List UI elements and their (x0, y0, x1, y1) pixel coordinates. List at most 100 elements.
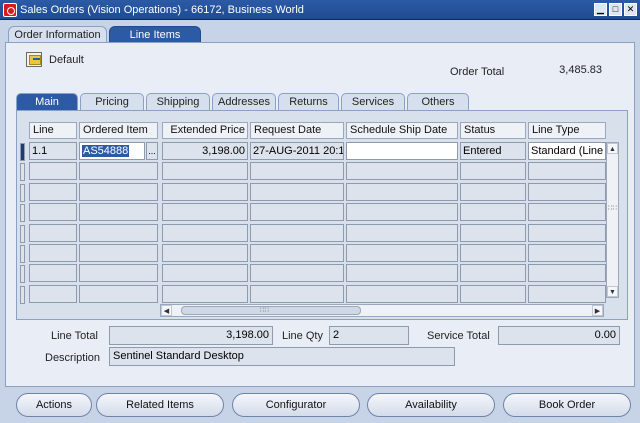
subtab-addresses[interactable]: Addresses (212, 93, 276, 110)
subtab-main[interactable]: Main (16, 93, 78, 110)
empty-cell[interactable] (346, 284, 458, 303)
empty-cell[interactable] (29, 284, 77, 303)
empty-cell[interactable] (460, 284, 526, 303)
subtab-pricing[interactable]: Pricing (80, 93, 144, 110)
empty-cell[interactable] (29, 162, 77, 181)
row-indicator[interactable] (20, 224, 25, 243)
empty-cell[interactable] (528, 162, 606, 181)
empty-cell[interactable] (162, 182, 248, 201)
empty-cell[interactable] (79, 244, 158, 262)
cell-extended-price[interactable]: 3,198.00 (162, 142, 248, 160)
empty-cell[interactable] (29, 244, 77, 262)
empty-cell[interactable] (29, 203, 77, 222)
empty-cell[interactable] (346, 182, 458, 201)
empty-cell[interactable] (346, 244, 458, 262)
column-header-line-type: Line Type (528, 122, 606, 139)
empty-cell[interactable] (29, 264, 77, 283)
empty-cell[interactable] (528, 182, 606, 201)
empty-cell[interactable] (250, 264, 344, 283)
empty-cell[interactable] (460, 182, 526, 201)
empty-cell[interactable] (79, 284, 158, 303)
book-order-button[interactable]: Book Order (503, 393, 631, 417)
cell-request-date[interactable]: 27-AUG-2011 20:1 (250, 142, 344, 160)
cell-status[interactable]: Entered (460, 142, 526, 160)
empty-cell[interactable] (162, 264, 248, 283)
window-title-bar: Sales Orders (Vision Operations) - 66172… (0, 0, 640, 20)
minimize-button[interactable]: ▁ (594, 3, 607, 16)
cell-ordered-item[interactable]: AS54888 (79, 142, 145, 160)
folder-icon[interactable] (26, 52, 42, 67)
empty-cell[interactable] (79, 182, 158, 201)
cell-schedule-ship-date[interactable] (346, 142, 458, 160)
empty-cell[interactable] (79, 162, 158, 181)
row-indicator[interactable] (20, 285, 25, 304)
empty-cell[interactable] (162, 162, 248, 181)
scroll-down-icon[interactable]: ▼ (607, 286, 618, 297)
empty-cell[interactable] (162, 244, 248, 262)
empty-cell[interactable] (250, 203, 344, 222)
empty-cell[interactable] (346, 203, 458, 222)
empty-cell[interactable] (460, 162, 526, 181)
ordered-item-selection[interactable]: AS54888 (82, 145, 130, 157)
cell-line[interactable]: 1.1 (29, 142, 77, 160)
empty-cell[interactable] (79, 203, 158, 222)
row-indicator[interactable] (20, 183, 25, 202)
row-indicator[interactable] (20, 245, 25, 263)
empty-cell[interactable] (528, 223, 606, 242)
configurator-button[interactable]: Configurator (232, 393, 360, 417)
scroll-left-icon[interactable]: ◀ (161, 305, 172, 316)
empty-cell[interactable] (250, 162, 344, 181)
close-button[interactable]: ✕ (624, 3, 637, 16)
horizontal-scroll-thumb[interactable]: ∷∷ (181, 306, 361, 315)
empty-cell[interactable] (528, 244, 606, 262)
empty-cell[interactable] (162, 223, 248, 242)
scroll-right-icon[interactable]: ▶ (592, 305, 603, 316)
line-total-field[interactable]: 3,198.00 (109, 326, 273, 345)
empty-cell[interactable] (528, 203, 606, 222)
row-indicator[interactable] (20, 265, 25, 284)
current-row-indicator[interactable] (20, 143, 25, 161)
empty-cell[interactable] (460, 203, 526, 222)
empty-cell[interactable] (528, 264, 606, 283)
empty-cell[interactable] (346, 264, 458, 283)
empty-cell[interactable] (79, 223, 158, 242)
oracle-logo-icon (3, 3, 17, 17)
description-field[interactable]: Sentinel Standard Desktop (109, 347, 455, 366)
subtab-services[interactable]: Services (341, 93, 405, 110)
empty-cell[interactable] (460, 244, 526, 262)
empty-cell[interactable] (346, 162, 458, 181)
subtab-returns[interactable]: Returns (278, 93, 339, 110)
vertical-scroll-grip[interactable]: ∷∷ (608, 205, 617, 212)
availability-button[interactable]: Availability (367, 393, 495, 417)
related-items-button[interactable]: Related Items (96, 393, 224, 417)
maximize-button[interactable]: □ (609, 3, 622, 16)
scroll-up-icon[interactable]: ▲ (607, 143, 618, 154)
actions-button[interactable]: Actions (16, 393, 92, 417)
empty-cell[interactable] (346, 223, 458, 242)
row-indicator[interactable] (20, 163, 25, 182)
empty-cell[interactable] (29, 223, 77, 242)
empty-cell[interactable] (250, 182, 344, 201)
empty-cell[interactable] (250, 284, 344, 303)
vertical-scrollbar[interactable]: ▲ ∷∷ ▼ (606, 142, 619, 298)
tab-order-information[interactable]: Order Information (8, 26, 107, 43)
tab-line-items[interactable]: Line Items (109, 26, 201, 43)
empty-cell[interactable] (528, 284, 606, 303)
subtab-others[interactable]: Others (407, 93, 469, 110)
row-indicator[interactable] (20, 204, 25, 223)
empty-cell[interactable] (460, 223, 526, 242)
line-qty-field[interactable]: 2 (329, 326, 409, 345)
cell-line-type[interactable]: Standard (Line (528, 142, 606, 160)
empty-cell[interactable] (29, 182, 77, 201)
subtab-shipping[interactable]: Shipping (146, 93, 210, 110)
empty-cell[interactable] (460, 264, 526, 283)
empty-cell[interactable] (79, 264, 158, 283)
empty-cell[interactable] (250, 244, 344, 262)
horizontal-scrollbar[interactable]: ◀ ∷∷ ▶ (160, 304, 604, 317)
ordered-item-lov-button[interactable]: ... (146, 142, 158, 160)
folder-label: Default (49, 54, 84, 66)
empty-cell[interactable] (162, 203, 248, 222)
empty-cell[interactable] (162, 284, 248, 303)
service-total-field[interactable]: 0.00 (498, 326, 620, 345)
empty-cell[interactable] (250, 223, 344, 242)
